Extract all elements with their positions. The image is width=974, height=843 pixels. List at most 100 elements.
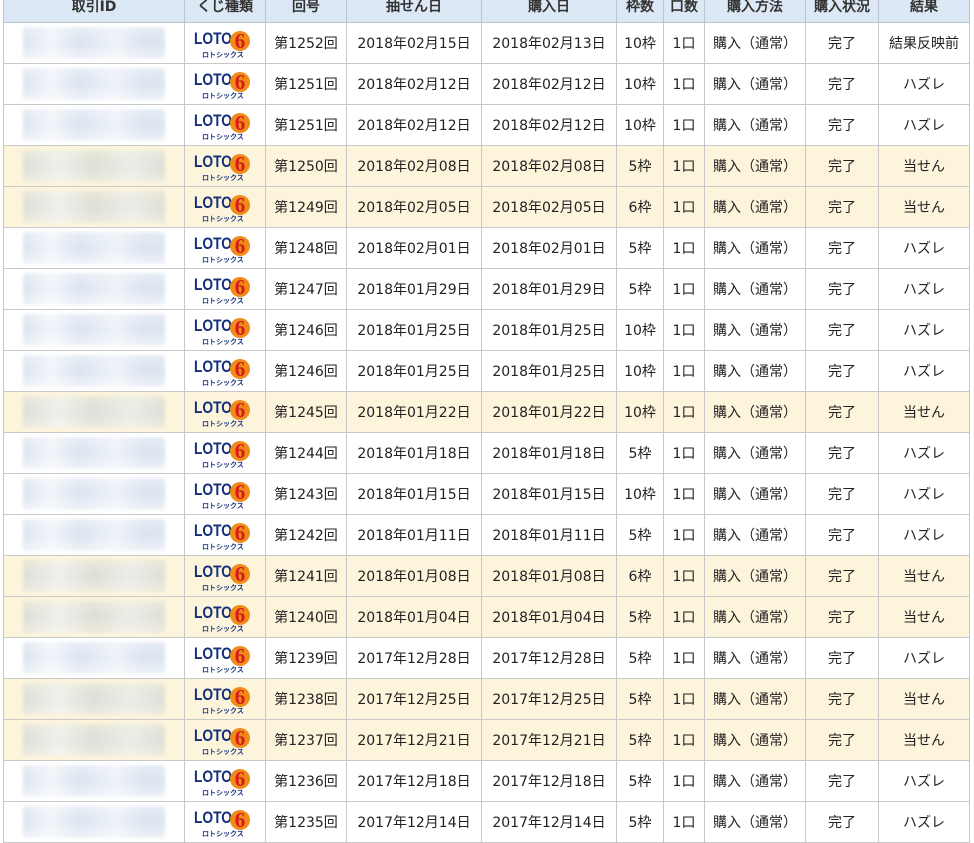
draw-date-cell: 2017年12月28日 bbox=[346, 637, 482, 679]
purchase-status-cell: 完了 bbox=[805, 678, 879, 720]
logo-digit: 6 bbox=[235, 193, 246, 217]
table-row[interactable]: LOTO 6 ロトシックス 第1239回 2017年12月28日 2017年12… bbox=[3, 637, 970, 679]
logo-main: LOTO bbox=[194, 808, 232, 827]
transaction-id-cell[interactable] bbox=[3, 186, 185, 228]
logo-main: LOTO bbox=[194, 70, 232, 89]
table-row[interactable]: LOTO 6 ロトシックス 第1237回 2017年12月21日 2017年12… bbox=[3, 719, 970, 761]
transaction-id-cell[interactable] bbox=[3, 22, 185, 64]
redacted-id bbox=[23, 27, 165, 59]
logo-digit: 6 bbox=[235, 644, 246, 668]
transaction-id-cell[interactable] bbox=[3, 678, 185, 720]
transaction-id-cell[interactable] bbox=[3, 391, 185, 433]
transaction-id-cell[interactable] bbox=[3, 268, 185, 310]
table-row[interactable]: LOTO 6 ロトシックス 第1249回 2018年02月05日 2018年02… bbox=[3, 186, 970, 228]
table-row[interactable]: LOTO 6 ロトシックス 第1244回 2018年01月18日 2018年01… bbox=[3, 432, 970, 474]
transaction-id-cell[interactable] bbox=[3, 719, 185, 761]
transaction-id-cell[interactable] bbox=[3, 514, 185, 556]
slots-cell: 5枠 bbox=[616, 227, 664, 269]
transaction-id-cell[interactable] bbox=[3, 309, 185, 351]
purchase-status-cell: 完了 bbox=[805, 432, 879, 474]
logo-sub: ロトシックス bbox=[202, 788, 244, 797]
transaction-id-cell[interactable] bbox=[3, 145, 185, 187]
transaction-id-cell[interactable] bbox=[3, 555, 185, 597]
redacted-id bbox=[23, 273, 165, 305]
logo-sub: ロトシックス bbox=[202, 296, 244, 305]
loto6-logo-icon: LOTO 6 ロトシックス bbox=[194, 521, 250, 551]
purchase-status-cell: 完了 bbox=[805, 104, 879, 146]
units-cell: 1口 bbox=[663, 227, 705, 269]
result-cell: 当せん bbox=[878, 678, 970, 720]
table-row[interactable]: LOTO 6 ロトシックス 第1246回 2018年01月25日 2018年01… bbox=[3, 309, 970, 351]
header-draw-date[interactable]: 抽せん日 bbox=[346, 0, 482, 23]
round-cell: 第1240回 bbox=[265, 596, 347, 638]
slots-cell: 10枠 bbox=[616, 63, 664, 105]
round-cell: 第1245回 bbox=[265, 391, 347, 433]
header-units[interactable]: 口数 bbox=[663, 0, 705, 23]
purchase-status-cell: 完了 bbox=[805, 186, 879, 228]
header-result[interactable]: 結果 bbox=[878, 0, 970, 23]
table-row[interactable]: LOTO 6 ロトシックス 第1235回 2017年12月14日 2017年12… bbox=[3, 801, 970, 843]
transaction-id-cell[interactable] bbox=[3, 801, 185, 843]
purchase-status-cell: 完了 bbox=[805, 22, 879, 64]
units-cell: 1口 bbox=[663, 350, 705, 392]
transaction-id-cell[interactable] bbox=[3, 104, 185, 146]
transaction-id-cell[interactable] bbox=[3, 637, 185, 679]
result-cell: ハズレ bbox=[878, 227, 970, 269]
header-transaction-id[interactable]: 取引ID bbox=[3, 0, 185, 23]
table-row[interactable]: LOTO 6 ロトシックス 第1252回 2018年02月15日 2018年02… bbox=[3, 22, 970, 64]
header-purchase-date[interactable]: 購入日 bbox=[481, 0, 617, 23]
purchase-status-cell: 完了 bbox=[805, 309, 879, 351]
logo-sub: ロトシックス bbox=[202, 50, 244, 59]
table-row[interactable]: LOTO 6 ロトシックス 第1240回 2018年01月04日 2018年01… bbox=[3, 596, 970, 638]
header-purchase-status[interactable]: 購入状況 bbox=[805, 0, 879, 23]
logo-digit: 6 bbox=[235, 603, 246, 627]
header-lottery-type[interactable]: くじ種類 bbox=[184, 0, 266, 23]
transaction-id-cell[interactable] bbox=[3, 227, 185, 269]
transaction-id-cell[interactable] bbox=[3, 350, 185, 392]
purchase-method-cell: 購入（通常） bbox=[704, 391, 806, 433]
header-purchase-method[interactable]: 購入方法 bbox=[704, 0, 806, 23]
table-row[interactable]: LOTO 6 ロトシックス 第1248回 2018年02月01日 2018年02… bbox=[3, 227, 970, 269]
result-cell: ハズレ bbox=[878, 268, 970, 310]
result-cell: ハズレ bbox=[878, 350, 970, 392]
purchase-method-cell: 購入（通常） bbox=[704, 63, 806, 105]
table-row[interactable]: LOTO 6 ロトシックス 第1238回 2017年12月25日 2017年12… bbox=[3, 678, 970, 720]
purchase-status-cell: 完了 bbox=[805, 596, 879, 638]
lottery-type-cell: LOTO 6 ロトシックス bbox=[184, 22, 266, 64]
table-row[interactable]: LOTO 6 ロトシックス 第1241回 2018年01月08日 2018年01… bbox=[3, 555, 970, 597]
header-slots[interactable]: 枠数 bbox=[616, 0, 664, 23]
lottery-type-cell: LOTO 6 ロトシックス bbox=[184, 104, 266, 146]
units-cell: 1口 bbox=[663, 473, 705, 515]
table-row[interactable]: LOTO 6 ロトシックス 第1242回 2018年01月11日 2018年01… bbox=[3, 514, 970, 556]
units-cell: 1口 bbox=[663, 514, 705, 556]
table-row[interactable]: LOTO 6 ロトシックス 第1250回 2018年02月08日 2018年02… bbox=[3, 145, 970, 187]
table-row[interactable]: LOTO 6 ロトシックス 第1246回 2018年01月25日 2018年01… bbox=[3, 350, 970, 392]
lottery-type-cell: LOTO 6 ロトシックス bbox=[184, 268, 266, 310]
redacted-id bbox=[23, 437, 165, 469]
purchase-method-cell: 購入（通常） bbox=[704, 22, 806, 64]
table-row[interactable]: LOTO 6 ロトシックス 第1236回 2017年12月18日 2017年12… bbox=[3, 760, 970, 802]
logo-sub: ロトシックス bbox=[202, 665, 244, 674]
transaction-id-cell[interactable] bbox=[3, 63, 185, 105]
slots-cell: 5枠 bbox=[616, 760, 664, 802]
table-row[interactable]: LOTO 6 ロトシックス 第1247回 2018年01月29日 2018年01… bbox=[3, 268, 970, 310]
logo-main: LOTO bbox=[194, 562, 232, 581]
round-cell: 第1249回 bbox=[265, 186, 347, 228]
round-cell: 第1242回 bbox=[265, 514, 347, 556]
round-cell: 第1236回 bbox=[265, 760, 347, 802]
purchase-method-cell: 購入（通常） bbox=[704, 637, 806, 679]
transaction-id-cell[interactable] bbox=[3, 432, 185, 474]
transaction-id-cell[interactable] bbox=[3, 760, 185, 802]
purchase-method-cell: 購入（通常） bbox=[704, 309, 806, 351]
logo-main: LOTO bbox=[194, 685, 232, 704]
draw-date-cell: 2017年12月21日 bbox=[346, 719, 482, 761]
logo-digit: 6 bbox=[235, 111, 246, 135]
transaction-id-cell[interactable] bbox=[3, 473, 185, 515]
table-row[interactable]: LOTO 6 ロトシックス 第1251回 2018年02月12日 2018年02… bbox=[3, 63, 970, 105]
loto6-logo-icon: LOTO 6 ロトシックス bbox=[194, 70, 250, 100]
transaction-id-cell[interactable] bbox=[3, 596, 185, 638]
table-row[interactable]: LOTO 6 ロトシックス 第1243回 2018年01月15日 2018年01… bbox=[3, 473, 970, 515]
header-round[interactable]: 回号 bbox=[265, 0, 347, 23]
table-row[interactable]: LOTO 6 ロトシックス 第1251回 2018年02月12日 2018年02… bbox=[3, 104, 970, 146]
table-row[interactable]: LOTO 6 ロトシックス 第1245回 2018年01月22日 2018年01… bbox=[3, 391, 970, 433]
